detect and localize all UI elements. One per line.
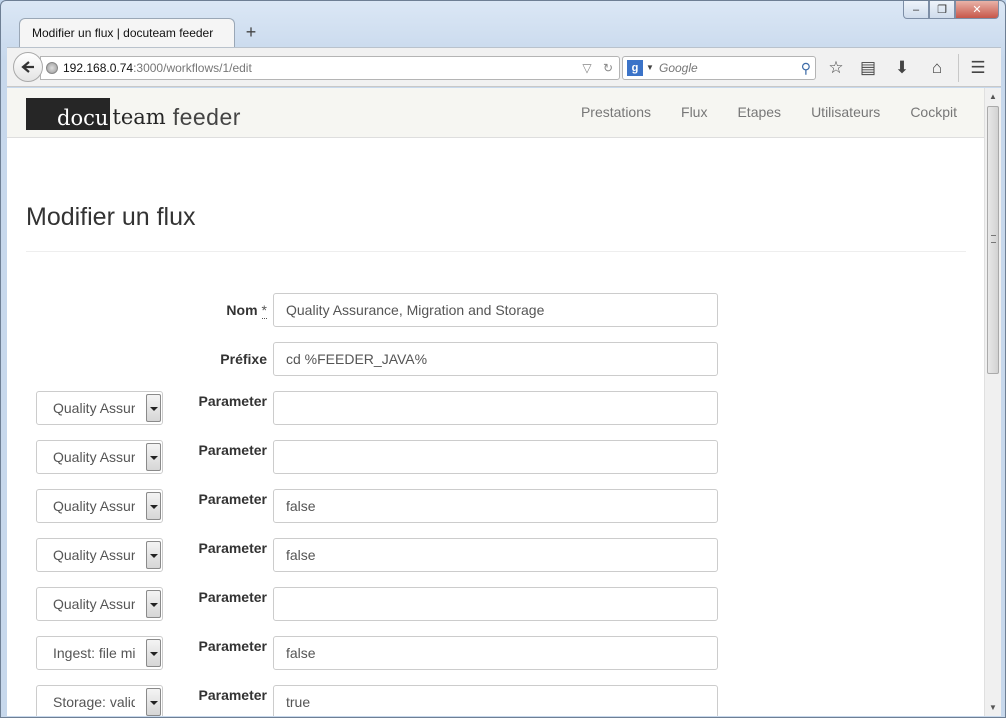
logo-docu: docu: [26, 98, 111, 130]
step-select[interactable]: Quality Assurance: [36, 440, 163, 474]
parameter-input[interactable]: true: [273, 685, 718, 716]
window-controls: – ❐ ✕: [903, 1, 999, 19]
search-icon[interactable]: ⚲: [801, 57, 811, 79]
prefix-row: Préfixe cd %FEEDER_JAVA%: [7, 342, 984, 376]
name-row: Nom * Quality Assurance, Migration and St…: [7, 293, 984, 327]
parameter-input[interactable]: false: [273, 636, 718, 670]
step-select-value: Quality Assurance: [53, 400, 135, 416]
step-select[interactable]: Quality Assurance: [36, 391, 163, 425]
name-label-text: Nom: [226, 302, 258, 318]
back-icon: [21, 61, 34, 73]
scroll-down-icon[interactable]: ▼: [985, 699, 1001, 716]
vertical-scrollbar[interactable]: ▲ ▼: [984, 88, 1001, 716]
chevron-down-icon[interactable]: [146, 541, 161, 569]
step-row: Quality Assurance Parameter: [7, 440, 984, 474]
parameter-input[interactable]: [273, 391, 718, 425]
dropdown-history-icon[interactable]: ▽: [582, 61, 591, 75]
menu-icon[interactable]: ☰: [965, 56, 991, 80]
parameter-input[interactable]: [273, 440, 718, 474]
google-icon: g: [627, 60, 643, 76]
parameter-label: Parameter: [198, 638, 268, 654]
step-row: Quality Assurance Parameter false: [7, 538, 984, 572]
step-row: Quality Assurance Parameter: [7, 587, 984, 621]
step-row: Storage: validate Parameter true: [7, 685, 984, 716]
chevron-down-icon[interactable]: [146, 590, 161, 618]
url-actions: ▽ ↻: [574, 57, 613, 79]
navigation-toolbar: 192.168.0.74:3000/workflows/1/edit ▽ ↻ g…: [7, 47, 1001, 87]
step-select[interactable]: Storage: validate: [36, 685, 163, 716]
scrollbar-thumb[interactable]: [987, 106, 999, 374]
step-select-value: Quality Assurance: [53, 547, 135, 563]
step-select[interactable]: Quality Assurance: [36, 489, 163, 523]
step-select-value: Quality Assurance: [53, 449, 135, 465]
toolbar-separator: [958, 54, 959, 82]
page-title: Modifier un flux: [26, 203, 196, 231]
step-select-value: Storage: validate: [53, 694, 135, 710]
url-path: :3000/workflows/1/edit: [133, 61, 252, 75]
site-logo[interactable]: docu team feeder: [26, 97, 241, 130]
chevron-down-icon[interactable]: [146, 394, 161, 422]
menu-item-flux[interactable]: Flux: [681, 104, 707, 120]
minimize-icon[interactable]: –: [903, 1, 929, 19]
new-tab-button[interactable]: +: [243, 22, 259, 42]
parameter-label: Parameter: [198, 540, 268, 556]
url-host: 192.168.0.74: [63, 61, 134, 75]
back-button[interactable]: [13, 52, 43, 82]
step-select-value: Ingest: file migration: [53, 645, 135, 661]
globe-icon: [46, 62, 58, 74]
search-bar[interactable]: g ▼ Google ⚲: [622, 56, 816, 80]
parameter-input[interactable]: false: [273, 489, 718, 523]
menu-item-cockpit[interactable]: Cockpit: [910, 104, 957, 120]
star-icon[interactable]: ☆: [823, 56, 849, 80]
search-placeholder: Google: [659, 61, 698, 75]
main-menu: Prestations Flux Etapes Utilisateurs Coc…: [551, 104, 957, 120]
name-label: Nom *: [167, 302, 267, 319]
parameter-label: Parameter: [198, 589, 268, 605]
parameter-label: Parameter: [198, 491, 268, 507]
step-select-value: Quality Assurance: [53, 596, 135, 612]
home-icon[interactable]: ⌂: [924, 56, 950, 80]
chevron-down-icon[interactable]: ▼: [646, 57, 654, 79]
chevron-down-icon[interactable]: [146, 492, 161, 520]
download-icon[interactable]: ⬇: [889, 56, 915, 80]
reading-list-icon[interactable]: ▤: [855, 56, 881, 80]
prefix-label: Préfixe: [220, 351, 267, 367]
step-row: Quality Assurance Parameter false: [7, 489, 984, 523]
menu-item-prestations[interactable]: Prestations: [581, 104, 651, 120]
parameter-label: Parameter: [198, 442, 268, 458]
logo-feeder: feeder: [172, 104, 241, 130]
close-window-icon[interactable]: ✕: [955, 1, 999, 19]
name-input[interactable]: Quality Assurance, Migration and Storage: [273, 293, 718, 327]
page-viewport: docu team feeder Prestations Flux Etapes…: [7, 88, 1001, 716]
required-marker: *: [261, 302, 267, 319]
site-navbar: docu team feeder Prestations Flux Etapes…: [7, 88, 984, 138]
step-row: Quality Assurance Parameter: [7, 391, 984, 425]
maximize-icon[interactable]: ❐: [929, 1, 955, 19]
step-row: Ingest: file migration Parameter false: [7, 636, 984, 670]
logo-team: team: [112, 105, 166, 129]
parameter-input[interactable]: false: [273, 538, 718, 572]
scroll-up-icon[interactable]: ▲: [985, 88, 1001, 105]
parameter-input[interactable]: [273, 587, 718, 621]
step-select[interactable]: Quality Assurance: [36, 538, 163, 572]
menu-item-etapes[interactable]: Etapes: [737, 104, 781, 120]
step-select-value: Quality Assurance: [53, 498, 135, 514]
browser-tab[interactable]: Modifier un flux | docuteam feeder: [19, 18, 235, 47]
menu-item-utilisateurs[interactable]: Utilisateurs: [811, 104, 880, 120]
chevron-down-icon[interactable]: [146, 639, 161, 667]
prefix-input[interactable]: cd %FEEDER_JAVA%: [273, 342, 718, 376]
browser-window: – ❐ ✕ Modifier un flux | docuteam feeder…: [0, 0, 1006, 718]
parameter-label: Parameter: [198, 687, 268, 703]
chevron-down-icon[interactable]: [146, 688, 161, 716]
url-bar[interactable]: 192.168.0.74:3000/workflows/1/edit ▽ ↻: [40, 56, 620, 80]
parameter-label: Parameter: [198, 393, 268, 409]
step-select[interactable]: Quality Assurance: [36, 587, 163, 621]
title-divider: [26, 251, 966, 252]
step-select[interactable]: Ingest: file migration: [36, 636, 163, 670]
chevron-down-icon[interactable]: [146, 443, 161, 471]
reload-icon[interactable]: ↻: [603, 61, 613, 75]
